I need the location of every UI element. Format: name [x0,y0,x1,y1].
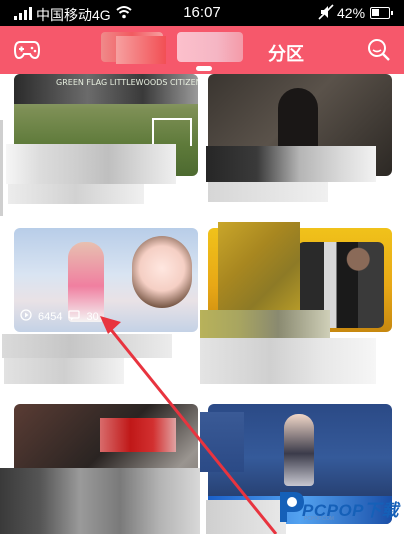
tab-2[interactable] [177,32,243,62]
goal-frame [152,118,192,146]
play-icon [20,309,32,324]
mosaic-blur [6,144,176,184]
search-icon[interactable] [367,38,391,62]
mosaic-blur [200,310,330,338]
mute-icon [318,4,334,23]
scrollbar[interactable] [0,120,3,216]
battery-percent: 42% [337,5,366,21]
battery-icon [370,7,393,19]
video-card-snow-girl[interactable]: 6454 30 [14,228,198,332]
mosaic-blur [0,468,200,534]
mosaic-blur [208,182,328,202]
person-face [132,236,192,308]
comment-icon [68,309,81,324]
tab-indicator [196,66,212,71]
gamepad-icon[interactable] [13,38,41,62]
mosaic-blur [206,500,286,534]
mosaic-blur [116,36,166,64]
card-stats: 6454 30 [20,309,99,324]
mosaic-blur [206,146,376,182]
singer-figure [284,414,314,486]
app-header: 分区 [0,26,404,74]
mosaic-blur [100,418,176,452]
watermark-sub: PCPOP.COM [304,516,334,522]
status-bar: 中国移动4G 16:07 42% [0,0,404,26]
view-count: 6454 [38,310,63,323]
banner-text: GREEN FLAG LITTLEWOODS CITIZEN WATCHE [56,78,198,87]
tab-category[interactable]: 分区 [268,40,304,66]
mosaic-blur [200,412,244,472]
mosaic-blur [2,334,172,358]
mosaic-blur [218,222,300,310]
mosaic-blur [200,338,376,384]
comment-count: 30 [86,310,99,323]
mosaic-blur [8,184,144,204]
stadium-banner: GREEN FLAG LITTLEWOODS CITIZEN WATCHE [14,74,198,104]
mosaic-blur [4,358,124,384]
